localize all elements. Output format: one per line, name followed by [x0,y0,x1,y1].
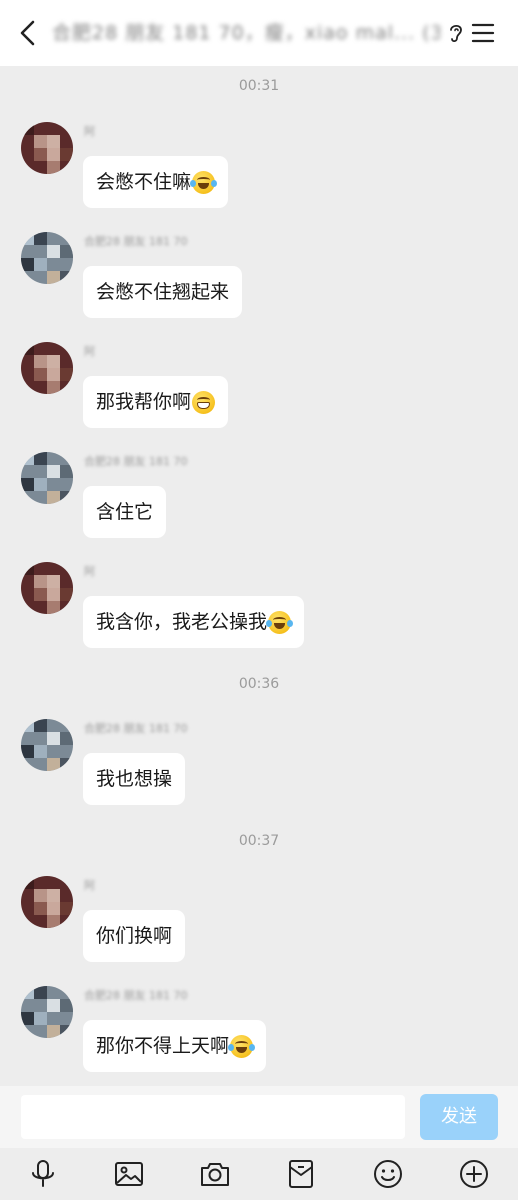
message-bubble[interactable]: 会憋不住嘛 [83,156,229,208]
avatar[interactable] [21,986,73,1038]
message-bubble[interactable]: 我含你，我老公操我 [83,596,305,648]
chevron-left-icon[interactable] [14,17,44,49]
hamburger-menu-icon[interactable] [470,21,496,45]
image-icon[interactable] [113,1158,145,1190]
avatar[interactable] [21,452,73,504]
chat-title[interactable]: 合肥28 朋友 181 70，瘦，xiao mal... (3 [52,20,440,46]
message-text: 那我帮你啊 [96,391,192,413]
sender-name: 阿 [84,125,95,138]
sender-name: 阿 [84,345,95,358]
sender-name: 合肥28 朋友 181 70 [84,989,188,1002]
timestamp: 00:36 [238,676,280,692]
message-text: 你们换啊 [96,925,173,947]
ear-icon[interactable] [446,21,466,45]
microphone-icon[interactable] [27,1158,59,1190]
sender-name: 合肥28 朋友 181 70 [84,235,188,248]
message-text: 会憋不住翘起来 [96,281,230,303]
chat-header: 合肥28 朋友 181 70，瘦，xiao mal... (3 [0,0,518,66]
composer-bar: 发送 [0,1086,518,1148]
message-text: 那你不得上天啊 [96,1035,230,1057]
avatar[interactable] [21,719,73,771]
sender-name: 合肥28 朋友 181 70 [84,455,188,468]
sender-name: 合肥28 朋友 181 70 [84,722,188,735]
camera-icon[interactable] [199,1158,231,1190]
message-text: 会憋不住嘛 [96,171,192,193]
avatar[interactable] [21,122,73,174]
plus-circle-icon[interactable] [458,1158,490,1190]
sender-name: 阿 [84,565,95,578]
message-bubble[interactable]: 含住它 [83,486,167,538]
tears-of-joy-emoji-icon [190,170,218,194]
sender-name: 阿 [84,879,95,892]
tears-of-joy-emoji-icon [228,1034,256,1058]
message-text: 含住它 [96,501,154,523]
red-packet-icon[interactable] [285,1158,317,1190]
avatar[interactable] [21,232,73,284]
message-input[interactable] [21,1095,405,1139]
avatar[interactable] [21,342,73,394]
send-button[interactable]: 发送 [420,1094,498,1140]
message-bubble[interactable]: 那你不得上天啊 [83,1020,267,1072]
message-bubble[interactable]: 那我帮你啊 [83,376,229,428]
grinning-teeth-emoji-icon [192,390,216,414]
emoji-icon[interactable] [372,1158,404,1190]
message-bubble[interactable]: 我也想操 [83,753,186,805]
message-text: 我也想操 [96,768,173,790]
timestamp: 00:37 [238,833,280,849]
avatar[interactable] [21,876,73,928]
message-text: 我含你，我老公操我 [96,611,268,633]
avatar[interactable] [21,562,73,614]
message-bubble[interactable]: 会憋不住翘起来 [83,266,243,318]
tears-of-joy-emoji-icon [266,610,294,634]
input-toolbar [0,1148,518,1200]
message-list[interactable]: 00:31 阿 会憋不住嘛 合肥28 朋友 181 70 会憋不住翘起来 阿 那… [0,66,518,1086]
timestamp: 00:31 [238,78,280,94]
message-bubble[interactable]: 你们换啊 [83,910,186,962]
